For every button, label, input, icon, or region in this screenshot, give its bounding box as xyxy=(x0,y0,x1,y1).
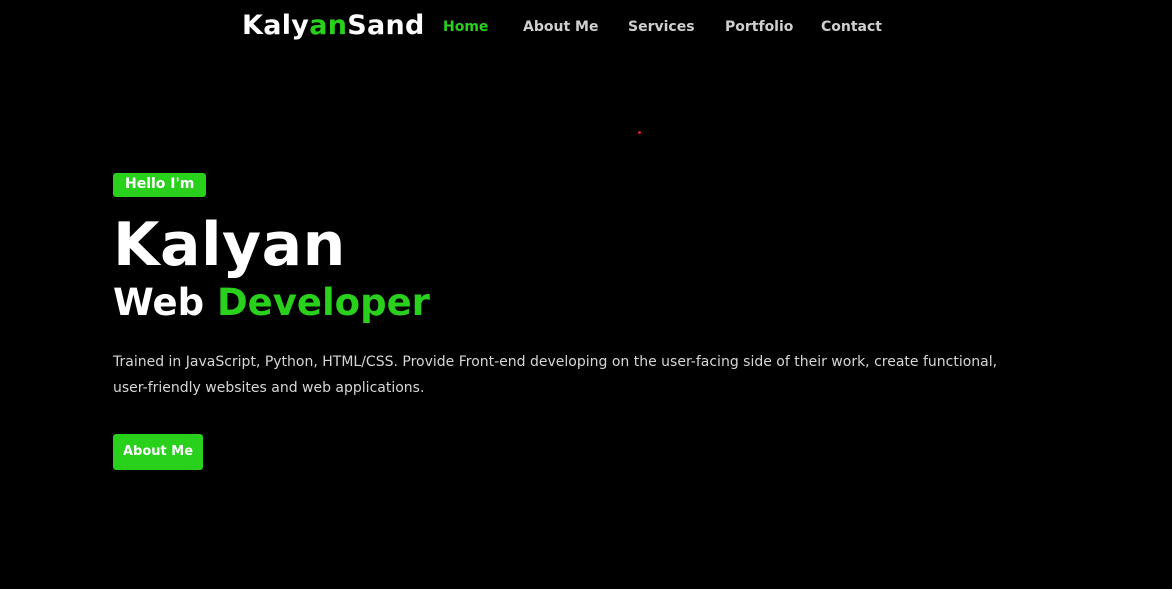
nav-link-contact[interactable]: Contact xyxy=(821,17,882,37)
nav-link-services[interactable]: Services xyxy=(628,17,695,37)
nav-link-portfolio[interactable]: Portfolio xyxy=(725,17,793,37)
logo[interactable]: KalyanSand xyxy=(242,9,425,43)
hero-description: Trained in JavaScript, Python, HTML/CSS.… xyxy=(113,354,998,396)
about-me-button[interactable]: About Me xyxy=(113,434,204,470)
hero-role: Web Developer xyxy=(113,279,1013,327)
logo-part-2: Sand xyxy=(347,10,425,41)
nav-link-home[interactable]: Home xyxy=(443,17,488,37)
logo-accent: an xyxy=(309,10,348,41)
role-prefix: Web xyxy=(113,281,205,324)
hero-section: Hello I'm Kalyan Web Developer Trained i… xyxy=(113,173,1013,470)
decorative-dot xyxy=(638,131,641,134)
hero-name: Kalyan xyxy=(113,210,346,280)
nav-link-about-me[interactable]: About Me xyxy=(523,17,598,37)
navbar: KalyanSand Home About Me Services Portfo… xyxy=(0,0,1172,54)
hello-badge: Hello I'm xyxy=(113,173,207,197)
page: KalyanSand Home About Me Services Portfo… xyxy=(0,0,1172,589)
logo-part-1: Kaly xyxy=(242,10,310,41)
role-accent: Developer xyxy=(216,281,430,324)
